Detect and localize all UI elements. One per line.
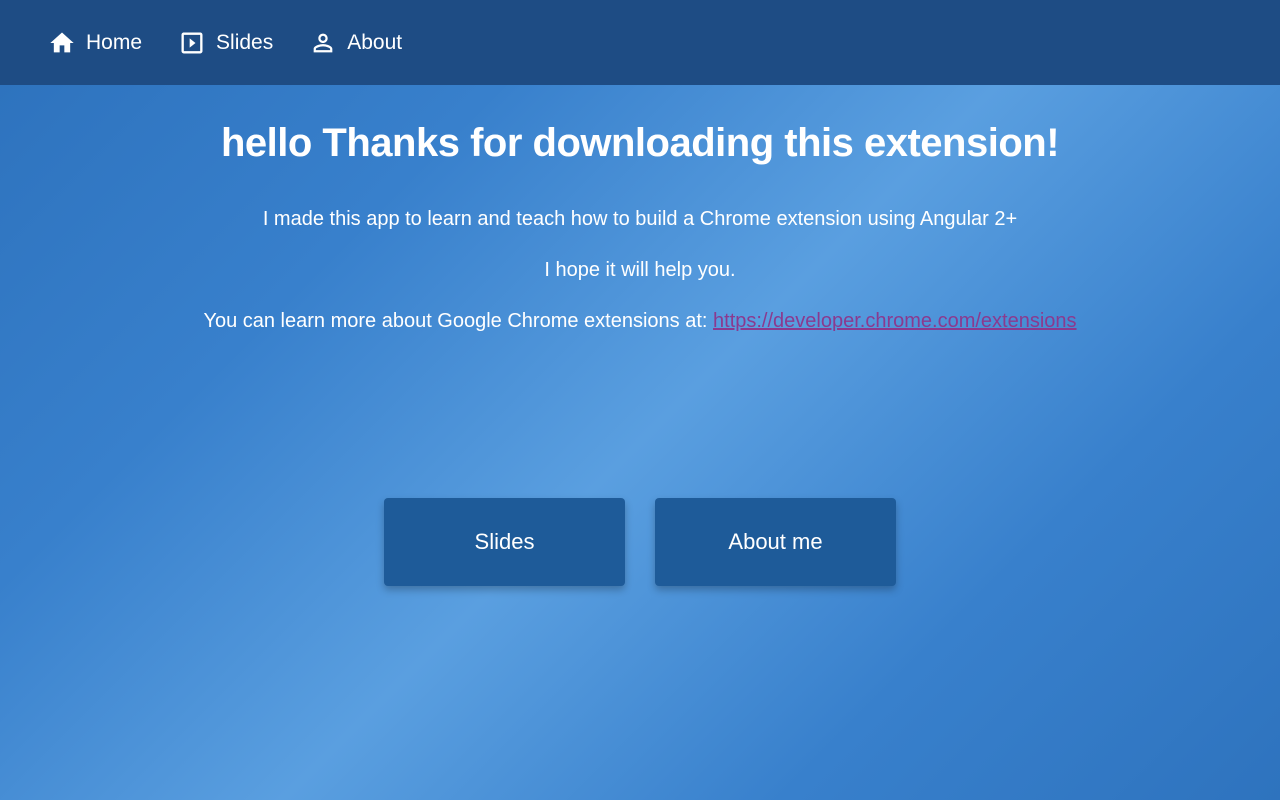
link-prefix: You can learn more about Google Chrome e… — [203, 310, 713, 332]
navbar: Home Slides About — [0, 0, 1280, 85]
slides-button[interactable]: Slides — [384, 498, 625, 586]
link-paragraph: You can learn more about Google Chrome e… — [203, 310, 1076, 333]
extensions-link[interactable]: https://developer.chrome.com/extensions — [713, 310, 1077, 332]
nav-item-about[interactable]: About — [309, 29, 402, 57]
description-line-1: I made this app to learn and teach how t… — [263, 208, 1017, 231]
person-icon — [309, 29, 337, 57]
description-line-2: I hope it will help you. — [544, 259, 735, 282]
nav-item-home[interactable]: Home — [48, 29, 142, 57]
page-title: hello Thanks for downloading this extens… — [221, 121, 1059, 166]
main-content: hello Thanks for downloading this extens… — [0, 85, 1280, 800]
nav-label-home: Home — [86, 31, 142, 55]
button-container: Slides About me — [384, 498, 896, 586]
slideshow-icon — [178, 29, 206, 57]
nav-label-slides: Slides — [216, 31, 273, 55]
about-me-button[interactable]: About me — [655, 498, 896, 586]
home-icon — [48, 29, 76, 57]
nav-item-slides[interactable]: Slides — [178, 29, 273, 57]
nav-label-about: About — [347, 31, 402, 55]
